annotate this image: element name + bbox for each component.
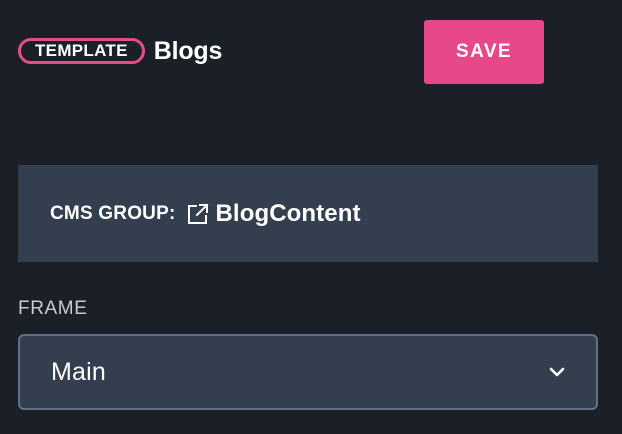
template-badge-label: TEMPLATE (35, 41, 128, 60)
page-title: Blogs (153, 36, 223, 65)
cms-group-value: BlogContent (215, 199, 361, 227)
template-badge: TEMPLATE (18, 38, 145, 64)
chevron-down-icon (546, 361, 568, 383)
header: TEMPLATE Blogs (18, 38, 222, 64)
editor-panel: TEMPLATE Blogs SAVE CMS GROUP: BlogConte… (0, 0, 622, 434)
frame-selected-value: Main (51, 357, 106, 386)
frame-label: FRAME (18, 298, 88, 319)
external-link-icon[interactable] (185, 201, 211, 227)
frame-select[interactable]: Main (18, 334, 598, 410)
save-button-label: SAVE (456, 41, 512, 62)
save-button[interactable]: SAVE (424, 20, 544, 84)
cms-group-box: CMS GROUP: BlogContent (18, 165, 598, 262)
cms-group-label: CMS GROUP: (50, 202, 176, 224)
